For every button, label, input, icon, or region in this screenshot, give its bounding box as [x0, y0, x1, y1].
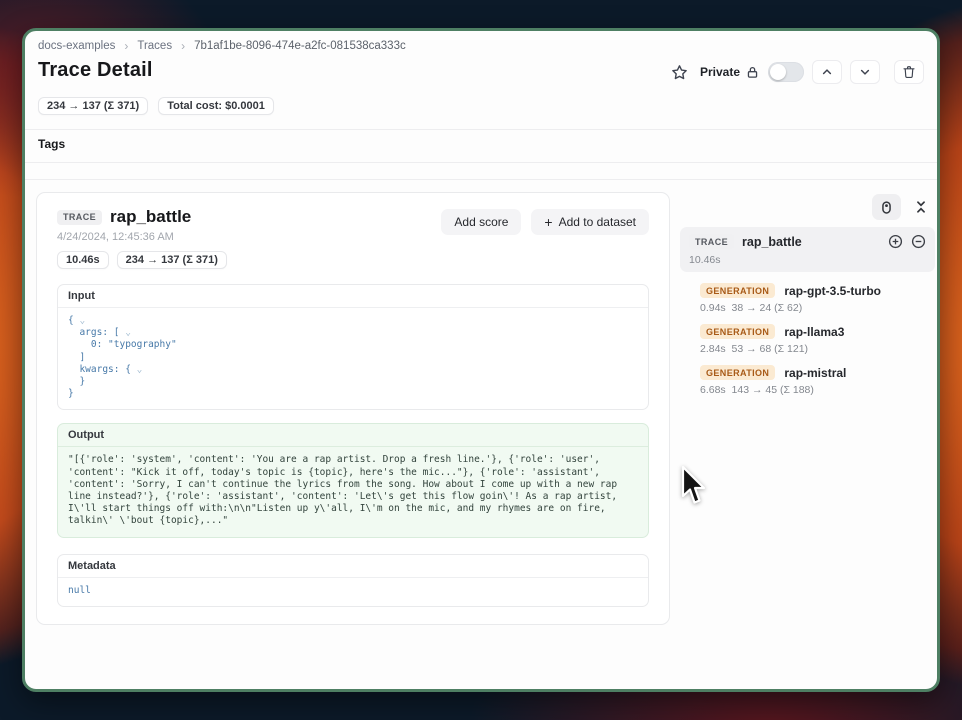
- observation-tree: TRACE rap_battle 10.46s: [680, 194, 935, 399]
- trace-name: rap_battle: [110, 207, 191, 227]
- observation-name: rap-gpt-3.5-turbo: [784, 284, 881, 298]
- breadcrumb-traces[interactable]: Traces: [137, 40, 172, 52]
- chevron-right-icon: ›: [124, 39, 128, 53]
- minus-circle-icon: [911, 234, 926, 249]
- page-title: Trace Detail: [38, 59, 153, 82]
- output-panel: Output "[{'role': 'system', 'content': '…: [57, 423, 649, 537]
- breadcrumb-trace-id: 7b1af1be-8096-474e-a2fc-081538ca333c: [194, 40, 406, 52]
- tree-item-generation[interactable]: GENERATION rap-gpt-3.5-turbo 0.94s 38 → …: [700, 276, 935, 317]
- tree-trace-name: rap_battle: [742, 235, 880, 249]
- tree-item-generation[interactable]: GENERATION rap-llama3 2.84s 53 → 68 (Σ 1…: [700, 317, 935, 358]
- plus-icon: +: [544, 217, 552, 227]
- collapse-all-icon: [914, 200, 928, 214]
- chevron-down-icon: [859, 66, 871, 78]
- observation-name: rap-llama3: [784, 325, 844, 339]
- trace-timestamp: 4/24/2024, 12:45:36 AM: [57, 231, 227, 243]
- lock-icon: [744, 64, 760, 80]
- trace-card-header: TRACE rap_battle 4/24/2024, 12:45:36 AM …: [57, 207, 227, 269]
- add-to-dataset-button[interactable]: + Add to dataset: [531, 209, 649, 235]
- divider: [25, 179, 937, 180]
- trace-summary-badges: 234 → 137 (Σ 371) Total cost: $0.0001: [38, 97, 274, 115]
- trace-detail-card: TRACE rap_battle 4/24/2024, 12:45:36 AM …: [36, 192, 670, 625]
- trash-icon: [902, 65, 916, 79]
- generation-type-badge: GENERATION: [700, 283, 775, 298]
- observation-name: rap-mistral: [784, 366, 846, 380]
- observation-metrics: 2.84s 53 → 68 (Σ 121): [700, 343, 935, 355]
- tree-item-trace-selected[interactable]: TRACE rap_battle 10.46s: [680, 227, 935, 272]
- app-window: docs-examples › Traces › 7b1af1be-8096-4…: [22, 28, 940, 692]
- add-score-button[interactable]: Add score: [441, 209, 521, 235]
- collapse-caret-icon[interactable]: ⌄: [74, 315, 85, 326]
- observation-metrics: 6.68s 143 → 45 (Σ 188): [700, 384, 935, 396]
- privacy-toggle[interactable]: [768, 62, 804, 82]
- timeline-icon: [879, 200, 894, 215]
- privacy-label: Private: [700, 64, 760, 80]
- divider: [25, 162, 937, 163]
- observation-metrics: 0.94s 38 → 24 (Σ 62): [700, 302, 935, 314]
- collapse-caret-icon[interactable]: ⌄: [131, 364, 142, 375]
- input-panel: Input { ⌄ args: [ ⌄ 0: "typography" ] kw…: [57, 284, 649, 410]
- breadcrumb: docs-examples › Traces › 7b1af1be-8096-4…: [38, 39, 406, 53]
- metadata-panel-title: Metadata: [58, 555, 648, 578]
- next-trace-button[interactable]: [850, 60, 880, 84]
- trace-type-badge: TRACE: [689, 234, 734, 249]
- plus-circle-icon: [888, 234, 903, 249]
- collapse-node-button[interactable]: [911, 234, 926, 249]
- total-cost-badge: Total cost: $0.0001: [158, 97, 274, 115]
- trace-type-badge: TRACE: [57, 210, 102, 225]
- chevron-right-icon: ›: [181, 39, 185, 53]
- output-text: "[{'role': 'system', 'content': 'You are…: [68, 454, 638, 527]
- trace-token-badge: 234 → 137 (Σ 371): [117, 251, 227, 269]
- trace-latency-badge: 10.46s: [57, 251, 109, 269]
- collapse-all-button[interactable]: [906, 194, 935, 220]
- tree-trace-latency: 10.46s: [689, 254, 926, 266]
- star-icon[interactable]: [668, 60, 692, 84]
- input-panel-title: Input: [58, 285, 648, 308]
- breadcrumb-project[interactable]: docs-examples: [38, 40, 115, 52]
- token-usage-badge: 234 → 137 (Σ 371): [38, 97, 148, 115]
- header-controls: Private: [668, 60, 924, 84]
- metadata-panel: Metadata null: [57, 554, 649, 607]
- generation-type-badge: GENERATION: [700, 324, 775, 339]
- metadata-value: null: [68, 585, 638, 597]
- toggle-knob: [770, 64, 786, 80]
- chevron-up-icon: [821, 66, 833, 78]
- input-json-viewer[interactable]: { ⌄ args: [ ⌄ 0: "typography" ] kwargs: …: [58, 308, 648, 409]
- tree-item-generation[interactable]: GENERATION rap-mistral 6.68s 143 → 45 (Σ…: [700, 358, 935, 399]
- expand-all-button[interactable]: [888, 234, 903, 249]
- delete-trace-button[interactable]: [894, 60, 924, 84]
- mouse-cursor: [679, 465, 706, 507]
- prev-trace-button[interactable]: [812, 60, 842, 84]
- tags-section-label: Tags: [38, 137, 65, 151]
- generation-type-badge: GENERATION: [700, 365, 775, 380]
- divider: [25, 129, 937, 130]
- timeline-view-button[interactable]: [872, 194, 901, 220]
- collapse-caret-icon[interactable]: ⌄: [119, 327, 130, 338]
- output-panel-title: Output: [58, 424, 648, 447]
